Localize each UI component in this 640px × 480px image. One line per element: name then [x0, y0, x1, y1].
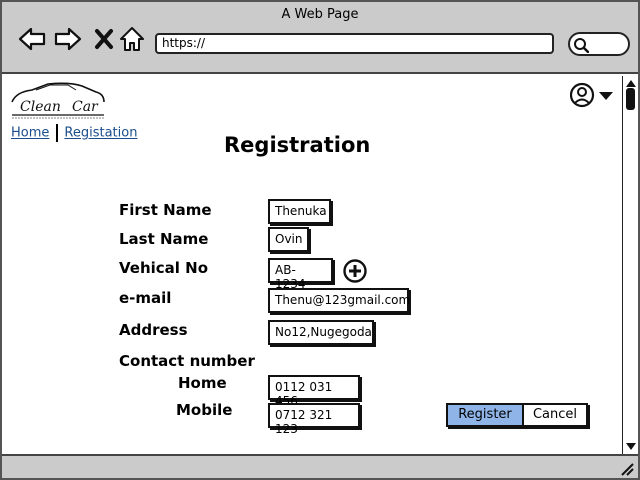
home-phone-field[interactable]: 0112 031 456 — [268, 375, 360, 408]
contact-number-label: Contact number — [119, 352, 255, 370]
window-title: A Web Page — [281, 7, 359, 22]
address-label: Address — [119, 321, 188, 339]
svg-text:Car: Car — [72, 99, 99, 115]
breadcrumb-separator — [56, 124, 59, 142]
home-icon — [120, 27, 144, 51]
home-button[interactable] — [117, 24, 147, 54]
first-name-field[interactable]: Thenuka — [268, 199, 331, 224]
cancel-button[interactable]: Cancel — [522, 403, 588, 427]
register-button[interactable]: Register — [446, 403, 523, 427]
vehicle-no-field[interactable]: AB-1234 — [268, 258, 333, 291]
vertical-scrollbar[interactable] — [622, 76, 638, 454]
breadcrumb-home-link[interactable]: Home — [11, 126, 49, 141]
stop-button[interactable] — [89, 24, 119, 54]
close-icon — [95, 29, 113, 49]
form-actions: Register Cancel — [446, 403, 588, 427]
scroll-up-icon[interactable] — [625, 78, 637, 88]
mobile-phone-label: Mobile — [176, 401, 233, 419]
user-menu[interactable] — [569, 82, 618, 108]
email-field[interactable]: Thenu@123gmail.com — [268, 288, 410, 313]
email-label: e-mail — [119, 289, 172, 307]
address-bar[interactable]: https:// — [155, 33, 554, 54]
scroll-down-icon[interactable] — [625, 442, 637, 452]
chevron-down-icon — [599, 92, 613, 100]
last-name-field[interactable]: Ovin — [268, 227, 309, 252]
resize-grip-icon[interactable] — [618, 460, 634, 476]
clean-car-logo: Clean Car — [10, 82, 106, 120]
forward-button[interactable] — [53, 24, 83, 54]
page-title: Registration — [224, 133, 371, 157]
vehicle-no-label: Vehical No — [119, 259, 209, 277]
address-field[interactable]: No12,Nugegoda — [268, 320, 374, 345]
breadcrumb: Home Registation — [11, 124, 137, 142]
back-icon — [18, 27, 46, 51]
user-icon — [569, 82, 595, 108]
search-box[interactable] — [568, 32, 630, 56]
add-vehicle-button[interactable] — [343, 259, 367, 283]
browser-window: A Web Page https:// Clean Car Home Regis… — [0, 0, 640, 480]
home-phone-label: Home — [178, 374, 227, 392]
search-icon — [574, 38, 589, 53]
back-button[interactable] — [17, 24, 47, 54]
browser-toolbar: A Web Page https:// — [2, 2, 638, 74]
status-bar — [2, 454, 638, 478]
forward-icon — [54, 27, 82, 51]
add-icon — [343, 259, 367, 283]
last-name-label: Last Name — [119, 230, 209, 248]
first-name-label: First Name — [119, 201, 212, 219]
scroll-thumb[interactable] — [626, 88, 635, 110]
breadcrumb-registration-link[interactable]: Registation — [64, 126, 137, 141]
mobile-phone-field[interactable]: 0712 321 123 — [268, 403, 360, 436]
svg-text:Clean: Clean — [20, 99, 61, 115]
